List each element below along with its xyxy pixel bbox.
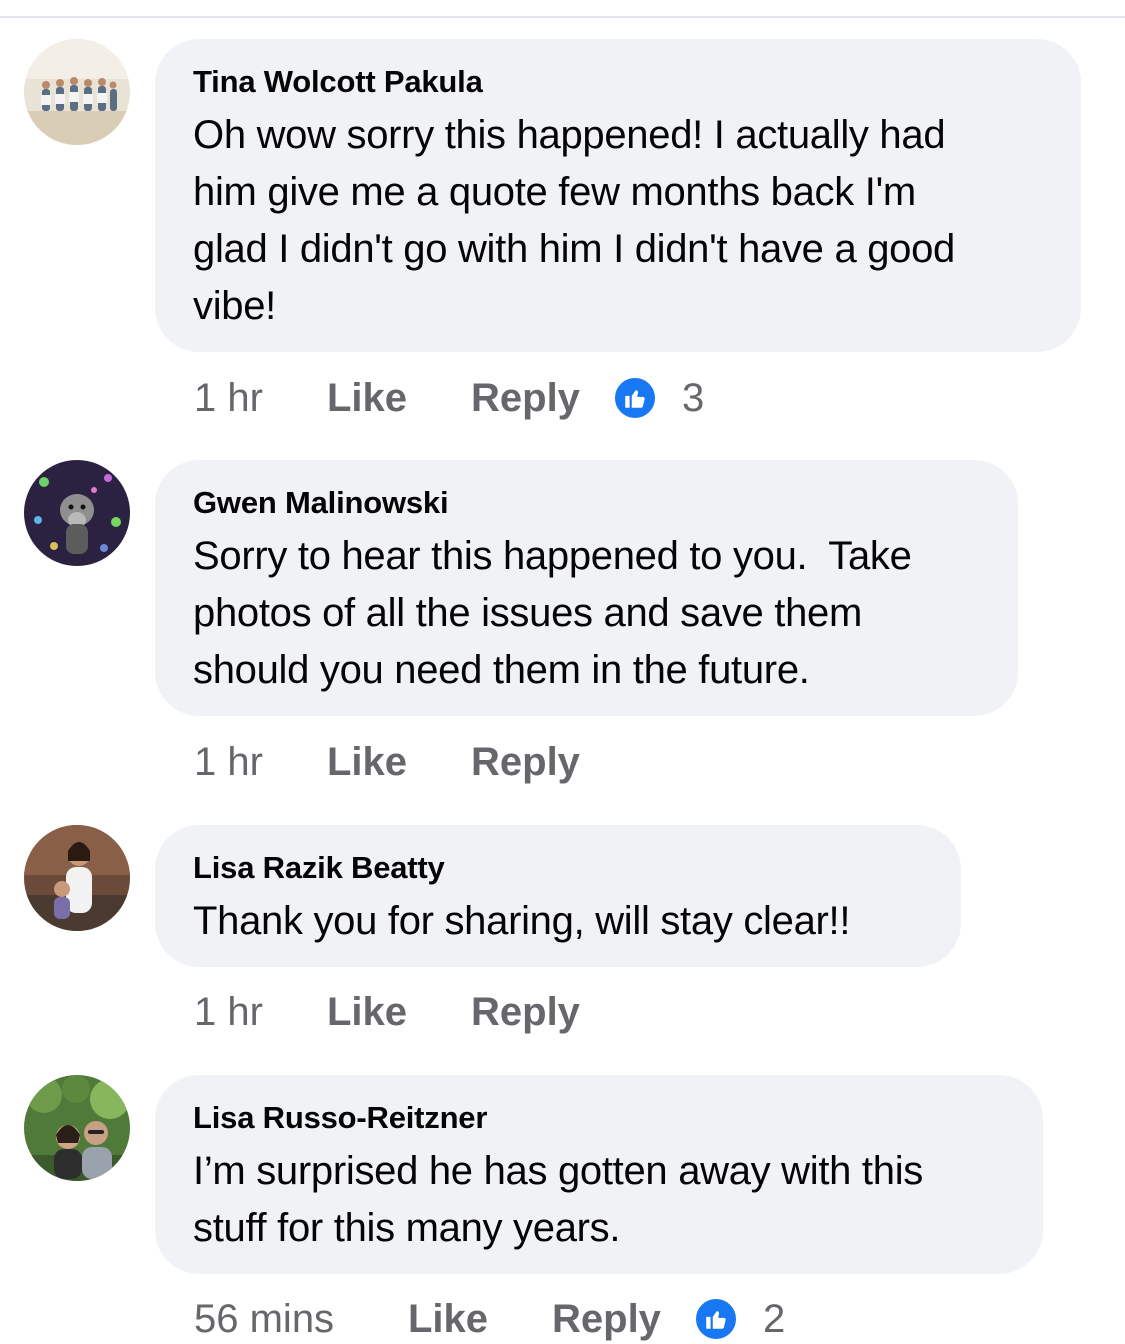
comment-text: Oh wow sorry this happened! I actually h… — [193, 113, 955, 328]
thumbs-up-icon[interactable] — [692, 1296, 739, 1342]
like-button[interactable]: Like — [408, 1297, 552, 1342]
comment-timestamp[interactable]: 1 hr — [194, 990, 327, 1035]
comment-text: Thank you for sharing, will stay clear!! — [193, 899, 851, 943]
reply-button[interactable]: Reply — [471, 740, 580, 785]
reply-button[interactable]: Reply — [552, 1297, 661, 1342]
comment-bubble: Tina Wolcott Pakula Oh wow sorry this ha… — [155, 39, 1081, 352]
avatar[interactable] — [24, 1075, 130, 1181]
comment-author[interactable]: Lisa Russo-Reitzner — [193, 1101, 1005, 1135]
comment-actions: 56 mins Like Reply 2 — [194, 1294, 785, 1344]
avatar[interactable] — [24, 39, 130, 145]
comment-author[interactable]: Lisa Razik Beatty — [193, 851, 923, 885]
comment-actions: 1 hr Like Reply — [194, 987, 612, 1037]
comment-bubble: Gwen Malinowski Sorry to hear this happe… — [155, 460, 1018, 716]
reaction-count[interactable]: 2 — [763, 1297, 785, 1342]
comment-actions: 1 hr Like Reply 3 — [194, 373, 704, 423]
comment-timestamp[interactable]: 1 hr — [194, 740, 327, 785]
comment-text: Sorry to hear this happened to you. Take… — [193, 534, 912, 692]
top-divider — [0, 16, 1125, 18]
avatar[interactable] — [24, 825, 130, 931]
reply-button[interactable]: Reply — [471, 376, 580, 421]
comment-author[interactable]: Gwen Malinowski — [193, 486, 980, 520]
reply-button[interactable]: Reply — [471, 990, 580, 1035]
like-button[interactable]: Like — [327, 990, 471, 1035]
comment-timestamp[interactable]: 56 mins — [194, 1297, 408, 1342]
reaction-count[interactable]: 3 — [682, 376, 704, 421]
comment-bubble: Lisa Razik Beatty Thank you for sharing,… — [155, 825, 961, 967]
thumbs-up-icon[interactable] — [611, 375, 658, 421]
comment-timestamp[interactable]: 1 hr — [194, 376, 327, 421]
like-button[interactable]: Like — [327, 376, 471, 421]
comment-actions: 1 hr Like Reply — [194, 737, 612, 787]
like-button[interactable]: Like — [327, 740, 471, 785]
avatar[interactable] — [24, 460, 130, 566]
comment-author[interactable]: Tina Wolcott Pakula — [193, 65, 1043, 99]
comment-text: I’m surprised he has gotten away with th… — [193, 1149, 923, 1250]
comment-bubble: Lisa Russo-Reitzner I’m surprised he has… — [155, 1075, 1043, 1274]
